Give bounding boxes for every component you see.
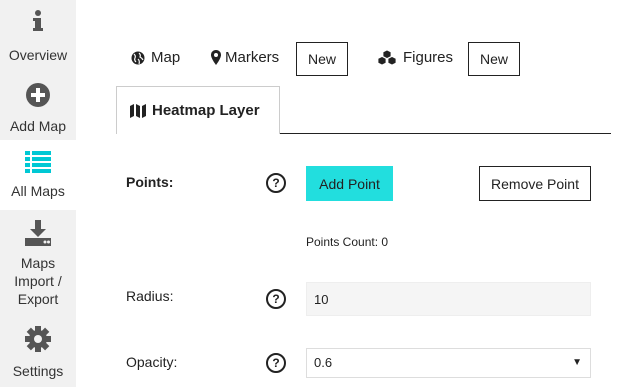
sidebar-item-label: Add Map [9,118,67,134]
opacity-select[interactable]: 0.6 ▼ [306,348,591,378]
radius-input[interactable] [306,282,591,316]
tab-heatmap-label: Heatmap Layer [152,102,260,119]
points-help-icon[interactable]: ? [266,173,286,193]
opacity-help-icon[interactable]: ? [266,353,286,373]
radius-help-icon[interactable]: ? [266,289,286,309]
add-point-button[interactable]: Add Point [306,166,393,201]
sidebar: Overview Add Map All Maps Maps Import / … [0,0,76,387]
sidebar-item-label: Overview [8,47,68,63]
caret-down-icon: ▼ [572,357,582,368]
sidebar-item-overview[interactable]: Overview [0,6,76,70]
radius-label: Radius: [126,288,174,304]
sidebar-item-all-maps[interactable]: All Maps [0,140,76,210]
list-icon [0,151,76,175]
opacity-selected-value: 0.6 [314,355,333,370]
tab-markers[interactable]: Markers [211,49,279,66]
tab-figures-label: Figures [403,49,454,66]
sidebar-item-label: Settings [12,363,64,379]
points-label: Points: [126,174,174,190]
map-marker-icon [211,50,221,65]
tab-heatmap-layer[interactable]: Heatmap Layer [116,86,280,134]
remove-point-button[interactable]: Remove Point [479,166,591,201]
sidebar-item-maps-import-export[interactable]: Maps Import / Export [0,216,76,312]
points-count: Points Count: 0 [306,235,389,249]
globe-icon [131,51,145,64]
gear-icon [0,326,76,352]
sidebar-item-settings[interactable]: Settings [0,322,76,384]
tab-markers-label: Markers [225,49,280,66]
cubes-icon [377,50,397,65]
markers-new-button[interactable]: New [296,42,349,76]
plus-circle-icon [0,82,76,108]
sidebar-item-label: Maps Import / Export [14,255,62,307]
tab-map-label: Map [151,49,181,66]
info-icon [0,10,76,34]
figures-new-button[interactable]: New [468,42,521,76]
opacity-label: Opacity: [126,354,178,370]
tab-divider [280,133,611,134]
download-icon [0,220,76,248]
tab-map[interactable]: Map [131,49,180,66]
tab-figures[interactable]: Figures [377,49,453,66]
map-icon [130,103,146,118]
sidebar-item-add-map[interactable]: Add Map [0,76,76,140]
sidebar-item-label: All Maps [11,183,65,199]
